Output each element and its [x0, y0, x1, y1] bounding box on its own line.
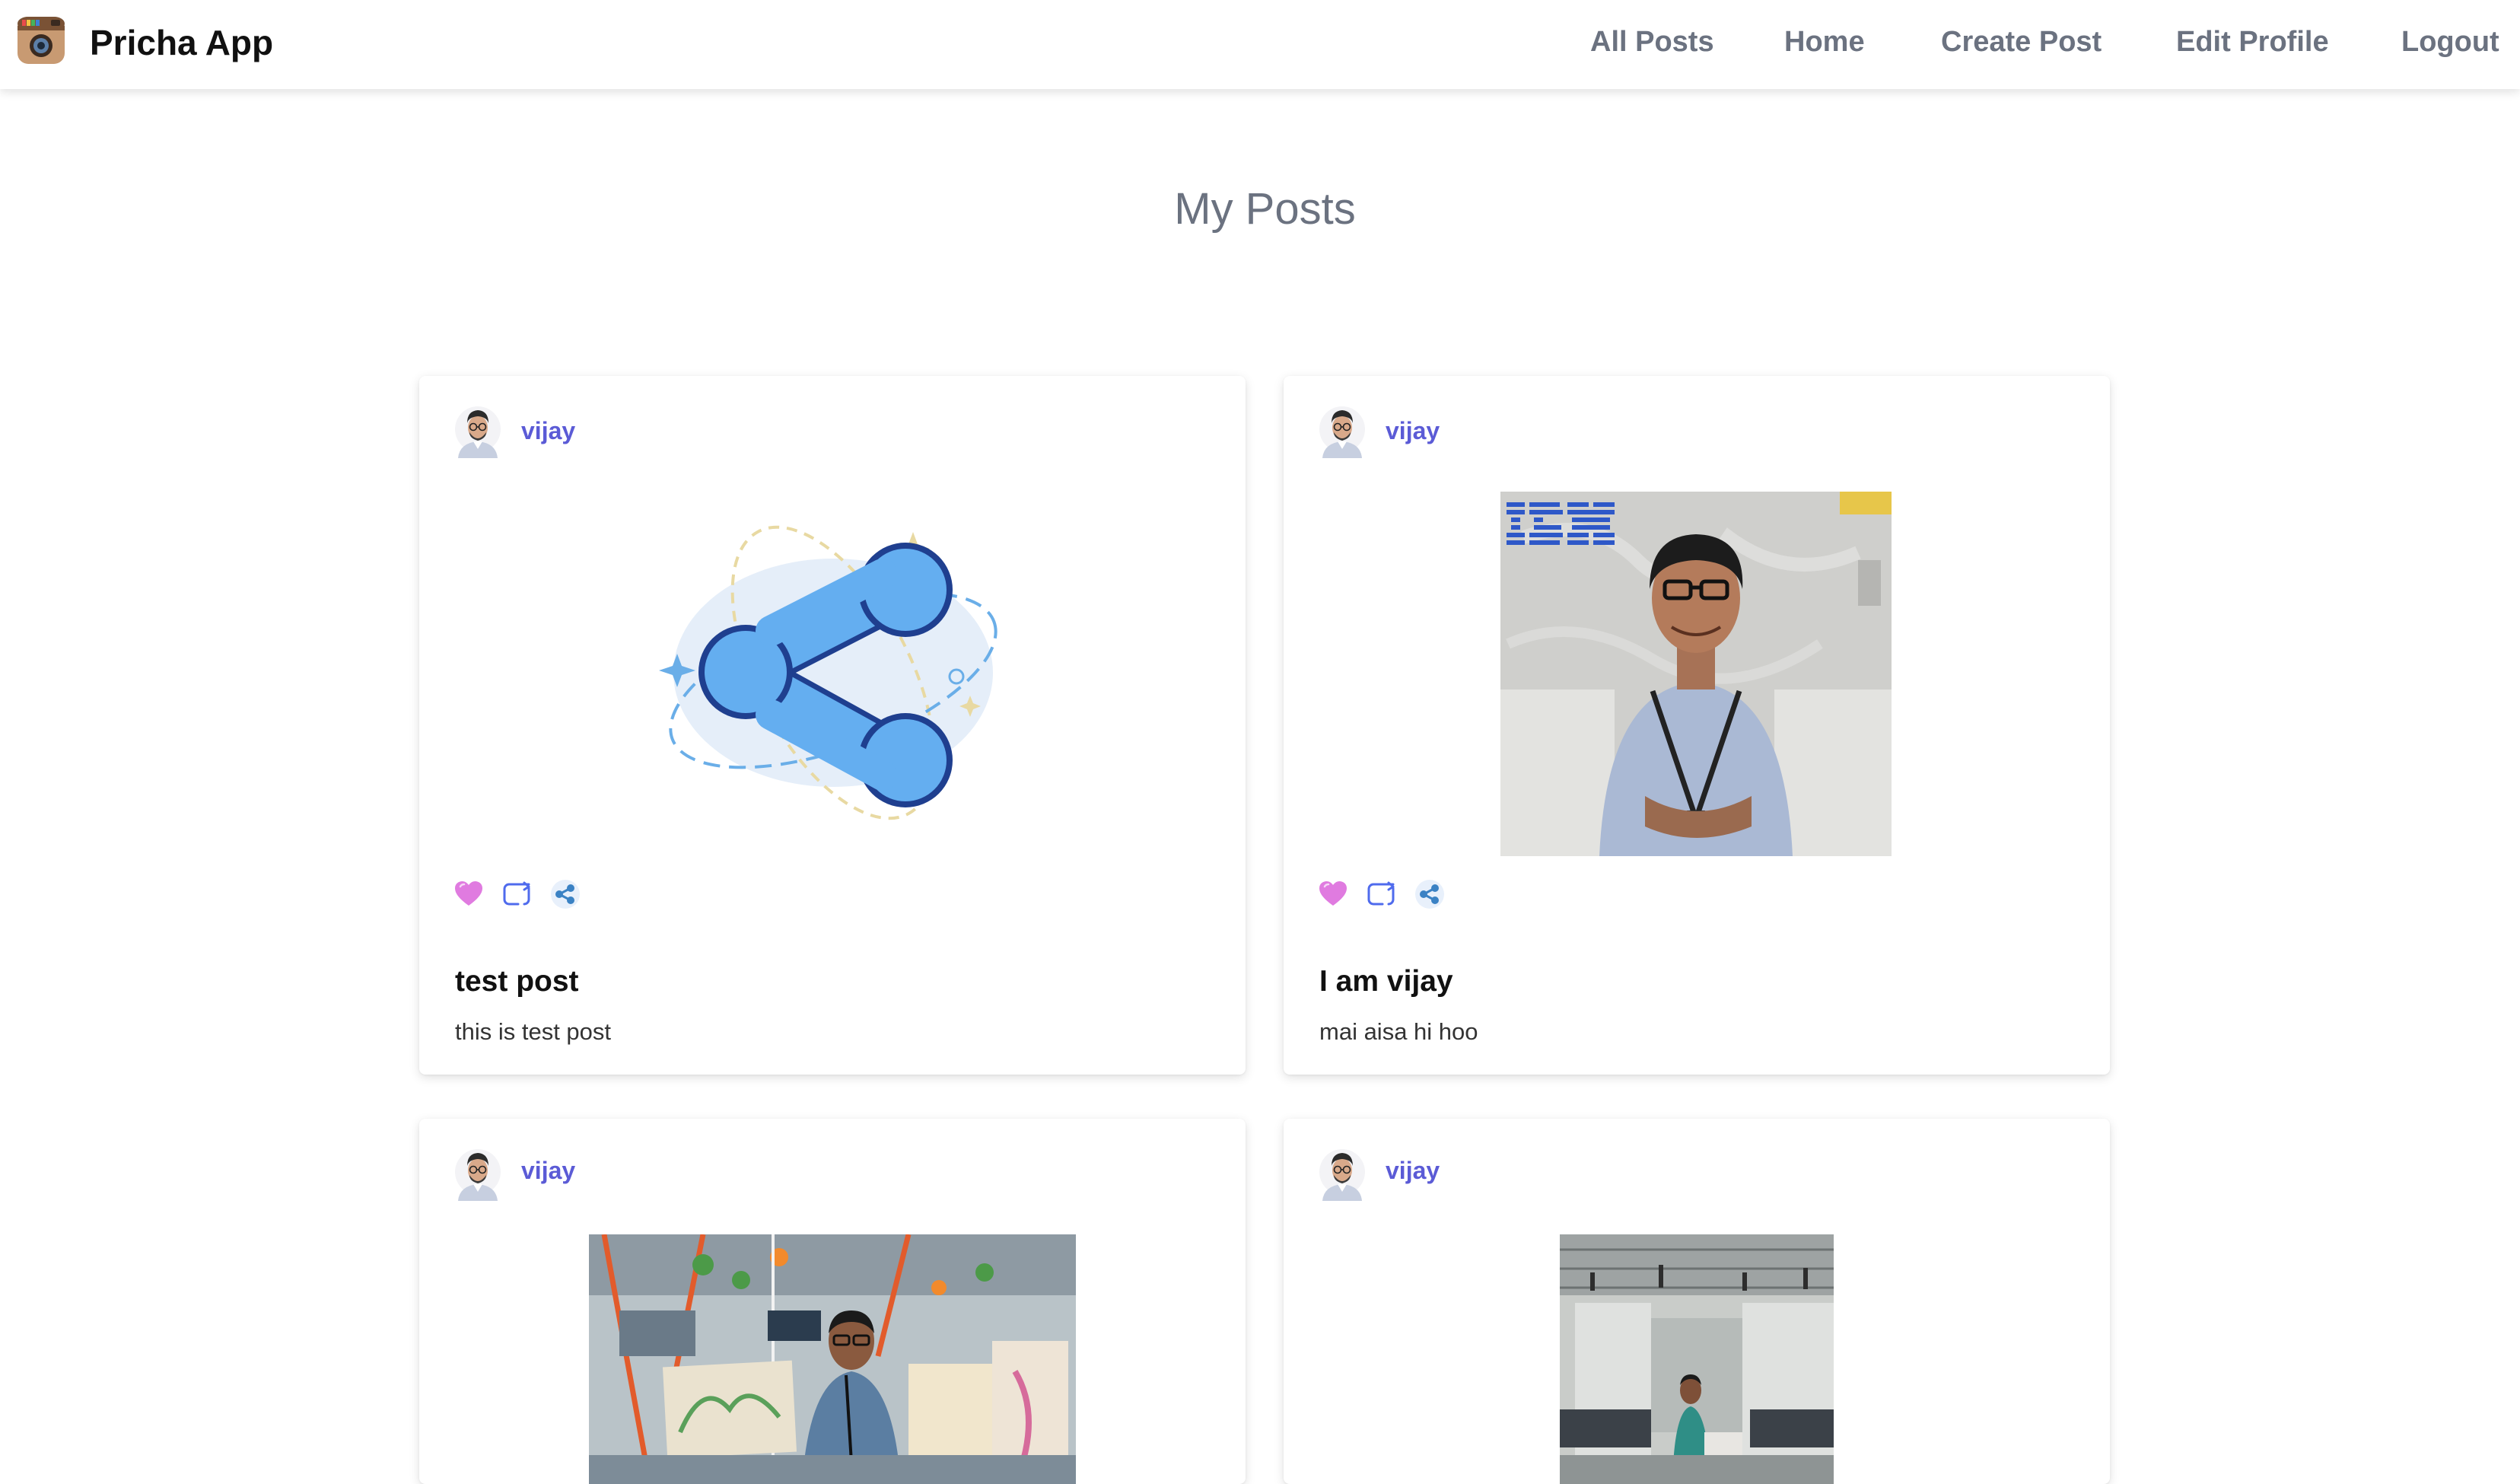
top-navbar: Pricha App All Posts Home Create Post Ed… [0, 0, 2520, 89]
share-icon[interactable] [550, 879, 581, 909]
nav-edit-profile[interactable]: Edit Profile [2176, 23, 2329, 61]
avatar[interactable] [453, 400, 502, 458]
page-title: My Posts [1174, 184, 1356, 234]
post-author[interactable]: vijay [1386, 416, 1440, 446]
nav-logout[interactable]: Logout [2401, 23, 2499, 61]
post-title: I am vijay [1319, 965, 1453, 998]
post-author[interactable]: vijay [521, 1155, 575, 1186]
like-heart-icon[interactable] [1318, 879, 1348, 909]
avatar[interactable] [1318, 400, 1367, 458]
post-title: test post [455, 965, 579, 998]
post-card: vijay test post this is test post [419, 376, 1246, 1075]
photo-ibm [1500, 492, 1892, 856]
avatar[interactable] [453, 1143, 502, 1201]
avatar[interactable] [1318, 1143, 1367, 1201]
post-body: this is test post [455, 1018, 612, 1045]
post-author[interactable]: vijay [521, 416, 575, 446]
nav-all-posts[interactable]: All Posts [1590, 23, 1714, 61]
post-card: vijay [419, 1119, 1246, 1484]
post-card: vijay [1284, 1119, 2110, 1484]
photo-office-drawings [589, 1234, 1076, 1484]
nav-home[interactable]: Home [1784, 23, 1865, 61]
repost-icon[interactable] [501, 879, 532, 909]
post-card: vijay [1284, 376, 2110, 1075]
repost-icon[interactable] [1366, 879, 1396, 909]
post-author[interactable]: vijay [1386, 1155, 1440, 1186]
post-body: mai aisa hi hoo [1319, 1018, 1478, 1045]
share-icon[interactable] [1414, 879, 1445, 909]
nav-create-post[interactable]: Create Post [1941, 23, 2102, 61]
camera-logo-icon[interactable] [16, 15, 66, 65]
like-heart-icon[interactable] [453, 879, 484, 909]
share-illustration-icon [659, 525, 998, 820]
photo-office-floor [1560, 1234, 1834, 1484]
app-title[interactable]: Pricha App [90, 21, 273, 64]
